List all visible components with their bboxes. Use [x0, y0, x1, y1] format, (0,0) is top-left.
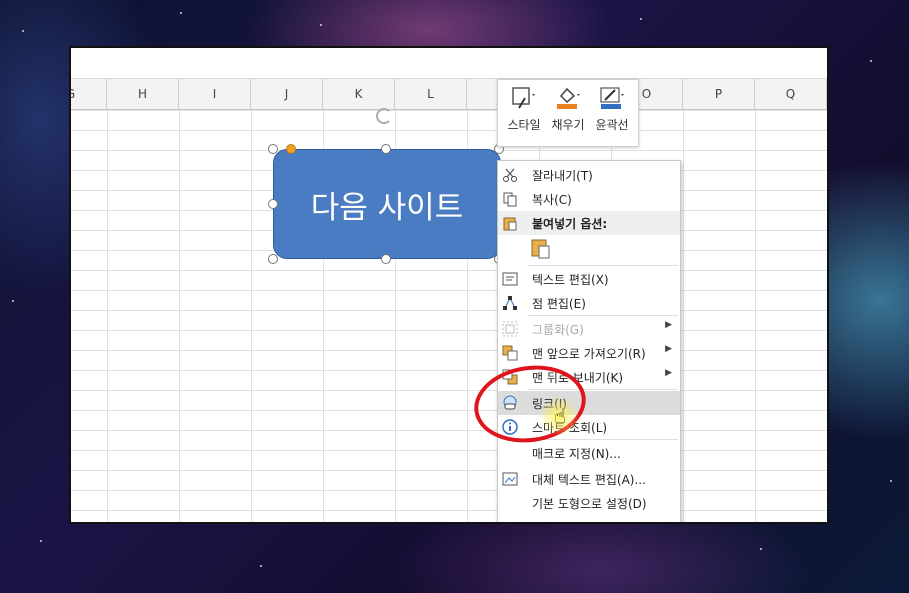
star — [870, 60, 872, 62]
menu-item-bring-to-front[interactable]: 맨 앞으로 가져오기(R) ▶ — [498, 341, 680, 365]
menu-item-cut[interactable]: 잘라내기(T) — [498, 163, 680, 187]
edit-points-label: 점 편집(E) — [532, 297, 586, 311]
group-icon — [502, 321, 518, 337]
column-header-g[interactable]: G — [71, 79, 107, 109]
menu-item-edit-alt-text[interactable]: 대체 텍스트 편집(A)... — [498, 467, 680, 491]
star — [22, 30, 24, 32]
edit-text-label: 텍스트 편집(X) — [532, 273, 609, 287]
paste-clipboard-icon — [530, 237, 552, 259]
menu-item-copy[interactable]: 복사(C) — [498, 187, 680, 211]
menu-section-paste-options: 붙여넣기 옵션: — [498, 211, 680, 235]
excel-window: G H I J K L O P Q 다음 사이트 스타일 채 — [69, 46, 829, 524]
formula-area — [71, 48, 827, 79]
submenu-arrow-icon: ▶ — [665, 368, 672, 378]
menu-item-group[interactable]: 그룹화(G) ▶ — [498, 317, 680, 341]
outline-label: 윤곽선 — [595, 118, 629, 132]
clipboard-icon — [502, 215, 518, 231]
cut-label: 잘라내기(T) — [532, 169, 593, 183]
column-header-q[interactable]: Q — [755, 79, 827, 109]
menu-separator — [528, 315, 678, 316]
style-button[interactable]: 스타일 — [502, 86, 546, 140]
copy-label: 복사(C) — [532, 193, 572, 207]
menu-item-assign-macro[interactable]: 매크로 지정(N)... — [498, 441, 680, 465]
paste-option-button[interactable] — [498, 235, 680, 263]
paint-bucket-icon — [555, 86, 581, 110]
corner-adjust-handle[interactable] — [286, 144, 296, 154]
hand-pointer-icon: ☝ — [554, 404, 567, 428]
star — [180, 12, 182, 14]
star — [890, 480, 892, 482]
menu-item-set-default-shape[interactable]: 기본 도형으로 설정(D) — [498, 491, 680, 515]
set-default-shape-label: 기본 도형으로 설정(D) — [532, 497, 647, 511]
menu-separator — [528, 265, 678, 266]
column-header-k[interactable]: K — [323, 79, 395, 109]
resize-handle-left[interactable] — [268, 199, 278, 209]
column-header-row: G H I J K L O P Q — [71, 79, 827, 110]
menu-item-edit-points[interactable]: 점 편집(E) — [498, 291, 680, 315]
shape-style-icon — [511, 86, 537, 110]
submenu-arrow-icon: ▶ — [665, 344, 672, 354]
context-menu: 잘라내기(T) 복사(C) 붙여넣기 옵션: 텍스트 편집(X) 점 편집(E)… — [497, 160, 681, 522]
column-header-i[interactable]: I — [179, 79, 251, 109]
resize-handle-bottom-left[interactable] — [268, 254, 278, 264]
outline-button[interactable]: 윤곽선 — [590, 86, 634, 140]
assign-macro-label: 매크로 지정(N)... — [532, 447, 621, 461]
column-header-p[interactable]: P — [683, 79, 755, 109]
column-header-h[interactable]: H — [107, 79, 179, 109]
copy-icon — [502, 191, 518, 207]
fill-button[interactable]: 채우기 — [546, 86, 590, 140]
menu-separator — [528, 439, 678, 440]
mini-toolbar: 스타일 채우기 윤곽선 — [497, 79, 639, 147]
resize-handle-top[interactable] — [381, 144, 391, 154]
star — [260, 565, 262, 567]
star — [760, 548, 762, 550]
star — [12, 300, 14, 302]
edit-text-icon — [502, 271, 518, 287]
edit-points-icon — [502, 295, 518, 311]
pen-outline-icon — [599, 86, 625, 110]
rotate-handle-icon[interactable] — [376, 108, 392, 124]
star — [40, 540, 42, 542]
alt-text-icon — [502, 471, 518, 487]
scissors-icon — [502, 167, 518, 183]
group-label: 그룹화(G) — [532, 323, 584, 337]
bring-to-front-label: 맨 앞으로 가져오기(R) — [532, 347, 646, 361]
submenu-arrow-icon: ▶ — [665, 320, 672, 330]
resize-handle-bottom[interactable] — [381, 254, 391, 264]
shape-text: 다음 사이트 — [310, 189, 464, 226]
rounded-rectangle-shape[interactable]: 다음 사이트 — [273, 149, 501, 259]
style-label: 스타일 — [507, 118, 541, 132]
column-header-j[interactable]: J — [251, 79, 323, 109]
star — [640, 18, 642, 20]
star — [320, 24, 322, 26]
fill-label: 채우기 — [551, 118, 585, 132]
paste-options-label: 붙여넣기 옵션: — [532, 217, 608, 231]
edit-alt-text-label: 대체 텍스트 편집(A)... — [532, 473, 646, 487]
bring-to-front-icon — [502, 345, 518, 361]
column-header-l[interactable]: L — [395, 79, 467, 109]
resize-handle-top-left[interactable] — [268, 144, 278, 154]
menu-item-edit-text[interactable]: 텍스트 편집(X) — [498, 267, 680, 291]
